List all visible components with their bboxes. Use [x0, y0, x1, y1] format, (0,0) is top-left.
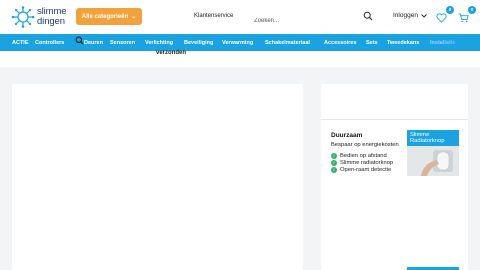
- promo-feature-label: Slimme radiatorknop: [340, 160, 394, 166]
- promo-feature: ✓ Slimme radiatorknop: [331, 160, 393, 166]
- wishlist-count-badge: 0: [446, 6, 454, 14]
- logo-text: slimme dingen: [37, 7, 67, 27]
- category-item-actie[interactable]: ACTIE: [12, 40, 29, 46]
- checkmark-icon: ✓: [331, 160, 337, 166]
- product-card-label: Slimme Radiatorknop: [407, 130, 459, 146]
- cart-icon: [458, 13, 469, 23]
- search-box: [247, 9, 377, 29]
- cart-count-badge: 0: [468, 6, 476, 14]
- chevron-down-icon: [421, 13, 427, 18]
- site-header: slimme dingen Alle categorieën ⌄ Klanten…: [0, 0, 480, 34]
- radiator-knob-image: [407, 146, 459, 176]
- category-item-verlichting[interactable]: Verlichting: [145, 40, 173, 46]
- cart-button[interactable]: 0: [458, 6, 476, 24]
- customer-service-link[interactable]: Klantenservice: [194, 13, 233, 19]
- brain-logo-icon: [11, 6, 35, 28]
- search-icon[interactable]: [363, 11, 373, 21]
- category-item-sets[interactable]: Sets: [366, 40, 378, 46]
- search-input[interactable]: [247, 13, 377, 29]
- login-label: Inloggen: [393, 12, 418, 19]
- chevron-down-icon: ⌄: [131, 14, 137, 20]
- promo-title: Duurzaam: [331, 132, 363, 139]
- category-item-accessoires[interactable]: Accessoires: [324, 40, 356, 46]
- login-button[interactable]: Inloggen: [393, 12, 427, 19]
- category-item-sensoren[interactable]: Sensoren: [110, 40, 135, 46]
- category-bar-fade: [440, 34, 480, 51]
- notice-strip: [0, 51, 480, 67]
- promo-feature: ✓ Bedien op afstand: [331, 153, 387, 159]
- category-nav-bar: ACTIE Controllers Deuren Sensoren Verlic…: [0, 34, 480, 51]
- heart-icon: [436, 13, 447, 23]
- logo-line-2: dingen: [37, 16, 65, 27]
- product-card-radiator-knob[interactable]: Slimme Radiatorknop: [407, 130, 459, 176]
- main-content-panel: [12, 84, 303, 270]
- category-item-tweedekans[interactable]: Tweedekans: [387, 40, 419, 46]
- site-logo[interactable]: slimme dingen: [11, 6, 71, 28]
- search-icon[interactable]: [75, 36, 84, 45]
- category-item-beveiliging[interactable]: Beveiliging: [184, 40, 213, 46]
- promo-feature-label: Bedien op afstand: [340, 153, 387, 159]
- promo-divider: [321, 119, 468, 120]
- all-categories-button[interactable]: Alle categorieën ⌄: [76, 8, 142, 25]
- shipping-notice: verzonden: [156, 50, 187, 56]
- all-categories-label: Alle categorieën: [81, 13, 129, 20]
- promo-feature-label: Open-raam detectie: [340, 167, 392, 173]
- checkmark-icon: ✓: [331, 167, 337, 173]
- category-item-deuren[interactable]: Deuren: [84, 40, 103, 46]
- wishlist-button[interactable]: 0: [436, 6, 454, 24]
- promo-subtitle: Bespaar op energiekosten: [331, 142, 399, 148]
- category-item-verwarming[interactable]: Verwarming: [222, 40, 253, 46]
- promo-sidebar-panel: [321, 84, 468, 270]
- promo-feature: ✓ Open-raam detectie: [331, 167, 391, 173]
- category-item-controllers[interactable]: Controllers: [35, 40, 64, 46]
- checkmark-icon: ✓: [331, 153, 337, 159]
- category-item-schakelmateriaal[interactable]: Schakelmateriaal: [265, 40, 310, 46]
